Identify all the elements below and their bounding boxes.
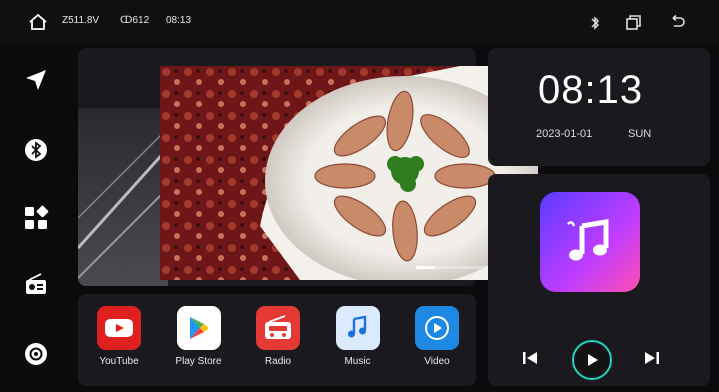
- navigation-icon: [26, 70, 46, 90]
- next-icon[interactable]: [642, 348, 662, 368]
- status-time: 08:13: [166, 15, 192, 26]
- app-label: Play Store: [175, 356, 222, 367]
- app-video[interactable]: Video: [406, 306, 468, 367]
- clock-widget[interactable]: 08:13 2023-01-01 SUN: [488, 48, 710, 166]
- app-radio[interactable]: Radio: [247, 306, 309, 367]
- radio-button[interactable]: [18, 266, 54, 302]
- music-app-icon: [567, 219, 609, 261]
- play-store-icon: [189, 317, 209, 339]
- video-frame-image: [160, 66, 538, 280]
- status-bar: Z511.8V ↀ612 08:13: [0, 0, 719, 44]
- navigation-button[interactable]: [18, 62, 54, 98]
- video-play-icon: [425, 316, 449, 340]
- bluetooth-button[interactable]: [18, 132, 54, 168]
- bluetooth-icon: [25, 139, 47, 161]
- road-graphic: [78, 108, 168, 286]
- music-widget: [488, 174, 710, 386]
- settings-icon: [25, 343, 47, 365]
- clock-day: SUN: [628, 128, 652, 140]
- window-icon[interactable]: [624, 14, 642, 32]
- clock-time: 08:13: [538, 68, 644, 112]
- voltage-readout: Z511.8V: [62, 15, 100, 26]
- bluetooth-icon[interactable]: [586, 14, 604, 32]
- video-player[interactable]: [160, 66, 538, 280]
- radio-icon: [26, 273, 46, 294]
- app-label: Video: [424, 356, 450, 367]
- play-button[interactable]: [572, 340, 612, 380]
- video-progress-fill: [416, 266, 435, 269]
- music-note-icon: [347, 315, 366, 338]
- youtube-icon: [105, 319, 133, 337]
- app-label: Music: [344, 356, 371, 367]
- app-label: Radio: [264, 356, 292, 367]
- play-icon: [588, 354, 598, 366]
- app-dock: YouTube Play Store Radio Music Video: [78, 294, 476, 386]
- music-app-button[interactable]: [540, 192, 640, 292]
- home-icon[interactable]: [28, 13, 48, 31]
- app-row: YouTube Play Store Radio Music Video: [88, 306, 468, 367]
- side-nav: [0, 44, 72, 392]
- app-play-store[interactable]: Play Store: [168, 306, 230, 367]
- settings-button[interactable]: [18, 336, 54, 372]
- app-youtube[interactable]: YouTube: [88, 306, 150, 367]
- temperature-readout: ↀ612: [120, 15, 150, 26]
- previous-icon[interactable]: [520, 348, 540, 368]
- app-music[interactable]: Music: [327, 306, 389, 367]
- app-label: YouTube: [99, 356, 139, 367]
- radio-app-icon: [265, 315, 291, 339]
- apps-grid-icon: [25, 205, 49, 229]
- apps-grid-button[interactable]: [18, 200, 54, 236]
- clock-date: 2023-01-01: [536, 128, 593, 140]
- back-icon[interactable]: [668, 14, 686, 32]
